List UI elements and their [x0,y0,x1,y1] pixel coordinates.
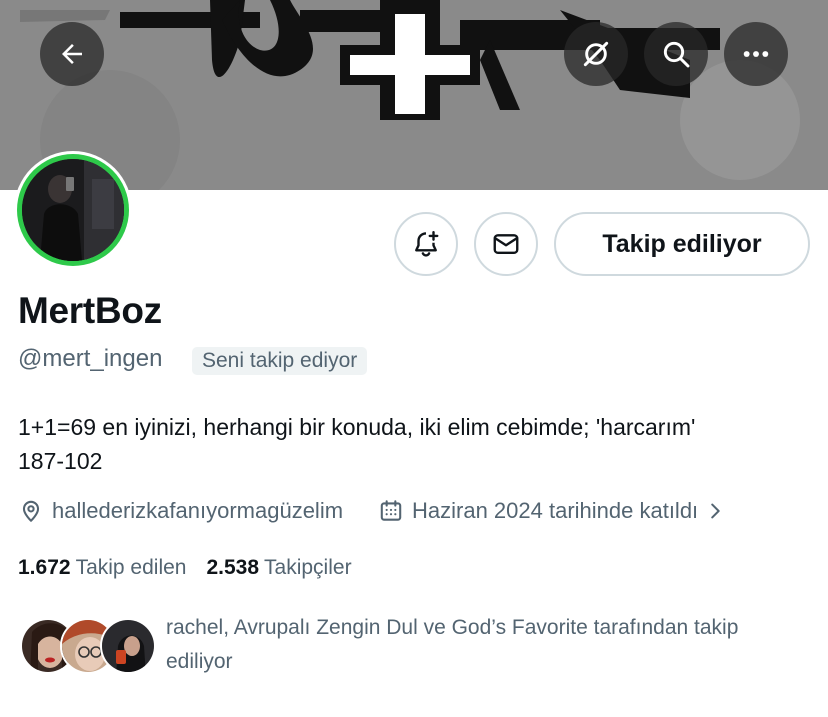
bio-line: 187-102 [18,448,103,474]
followers-label: Takipçiler [264,556,352,579]
grok-button[interactable] [564,22,628,86]
location-pin-icon [22,500,40,522]
following-label: Takip edilen [75,556,187,579]
back-button[interactable] [40,22,104,86]
search-icon [663,41,690,68]
more-button[interactable] [724,22,788,86]
mutual-followers-avatars[interactable] [20,618,156,676]
location-text: hallederizkafanıyormagüzelim [52,498,344,523]
follow-stats: 1.672 Takip edilen 2.538 Takipçiler [18,556,352,580]
message-button[interactable] [474,212,538,276]
follows-you-badge: Seni takip ediyor [192,347,368,375]
profile-banner[interactable] [0,0,828,190]
following-button[interactable]: Takip ediliyor [554,212,810,276]
username-handle: @mert_ingen [18,345,163,372]
bell-plus-icon [415,230,439,257]
join-date[interactable]: Haziran 2024 tarihinde katıldı [378,498,726,524]
join-date-text: Haziran 2024 tarihinde katıldı [412,498,699,523]
bio-line: 1+1=69 en iyinizi, herhangi bir konuda, … [18,414,696,440]
more-icon [743,51,769,57]
envelope-icon [493,234,519,254]
profile-avatar[interactable] [14,151,132,269]
followers-link[interactable]: 2.538 Takipçiler [206,556,351,580]
chevron-right-icon [711,503,720,519]
banner-artwork [0,0,828,190]
profile-bio: 1+1=69 en iyinizi, herhangi bir konuda, … [18,410,818,478]
display-name: MertBoz [18,290,162,331]
grok-icon [583,41,609,67]
followers-count: 2.538 [206,556,260,579]
avatar-image [22,159,124,261]
following-count: 1.672 [18,556,71,579]
search-button[interactable] [644,22,708,86]
arrow-left-icon [62,44,82,64]
mutual-avatar [100,618,156,674]
profile-location: hallederizkafanıyormagüzelim [18,498,343,524]
calendar-icon [380,500,402,521]
avatar-story-ring [17,154,129,266]
followed-by-text[interactable]: rachel, Avrupalı Zengin Dul ve God’s Fav… [166,611,806,679]
following-link[interactable]: 1.672 Takip edilen [18,556,186,580]
notifications-button[interactable] [394,212,458,276]
